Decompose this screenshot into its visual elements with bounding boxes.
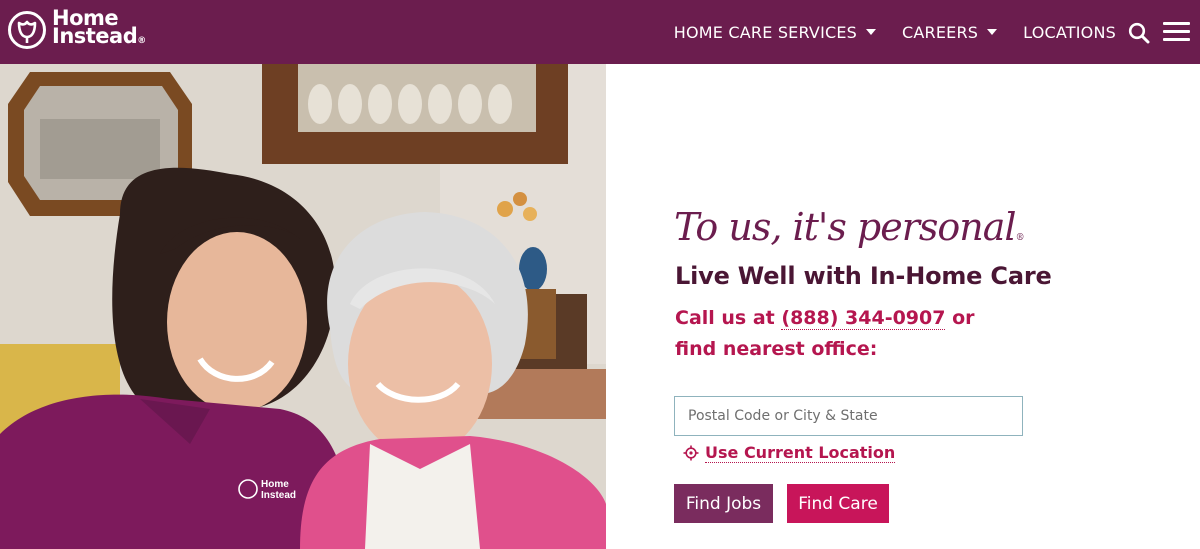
tulip-logo-icon	[8, 10, 46, 49]
find-care-button[interactable]: Find Care	[787, 484, 889, 523]
tagline: To us, it's personal®	[674, 205, 1025, 249]
nav-item-careers[interactable]: CAREERS	[902, 22, 998, 42]
crosshair-icon	[683, 445, 699, 461]
shirt-logo-line-2: Instead	[261, 490, 296, 501]
nav-item-home-care-services[interactable]: HOME CARE SERVICES	[673, 22, 877, 42]
top-navigation-bar: Home Instead® HOME CARE SERVICES CAREERS…	[0, 0, 1200, 64]
logo-line-2: Instead	[52, 24, 138, 48]
search-icon[interactable]	[1128, 22, 1150, 44]
caret-down-icon	[987, 28, 998, 35]
caret-down-icon	[866, 28, 877, 35]
tagline-text: To us, it's personal	[674, 205, 1017, 249]
call-us-text: Call us at (888) 344-0907 or find neares…	[675, 303, 1015, 365]
use-current-location-link[interactable]: Use Current Location	[683, 443, 896, 463]
nav-item-label: HOME CARE SERVICES	[673, 22, 858, 42]
hamburger-menu-icon[interactable]	[1163, 22, 1190, 44]
main-menu: HOME CARE SERVICES CAREERS LOCATIONS	[674, 0, 1116, 64]
nav-item-locations[interactable]: LOCATIONS	[1023, 23, 1116, 42]
page-headline: Live Well with In-Home Care	[675, 262, 1052, 290]
home-instead-logo[interactable]: Home Instead®	[7, 8, 146, 50]
shirt-logo-line-1: Home	[261, 479, 289, 490]
find-jobs-button[interactable]: Find Jobs	[674, 484, 773, 523]
hero-illustration: Home Instead	[0, 64, 606, 549]
tagline-registered-mark: ®	[1015, 233, 1025, 243]
phone-link[interactable]: (888) 344-0907	[781, 307, 946, 330]
use-current-location-label: Use Current Location	[705, 443, 896, 463]
call-prefix: Call us at	[675, 307, 775, 329]
hero-photo-caregiver-and-senior: Home Instead	[0, 64, 606, 549]
nav-item-label: LOCATIONS	[1023, 22, 1116, 42]
nav-item-label: CAREERS	[902, 22, 979, 42]
registered-mark: ®	[137, 36, 146, 46]
location-search-input[interactable]	[674, 396, 1023, 436]
logo-wordmark: Home Instead®	[52, 8, 146, 50]
